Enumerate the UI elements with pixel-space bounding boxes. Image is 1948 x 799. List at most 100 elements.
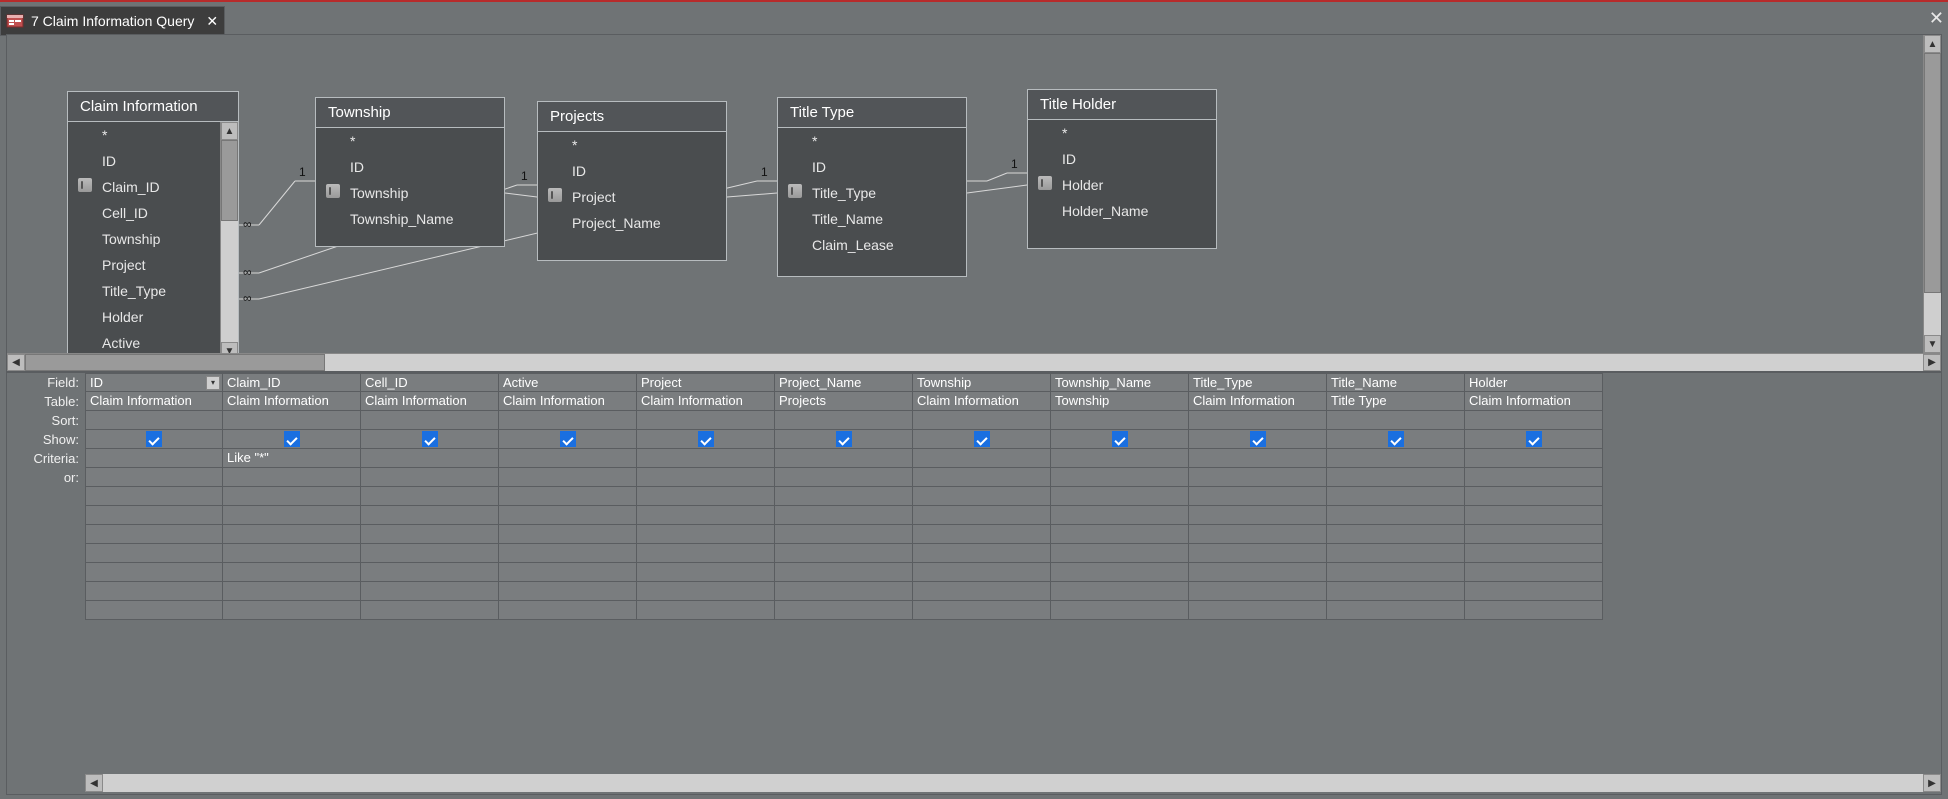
show-checkbox[interactable] [284,431,300,447]
field-row[interactable]: * [68,122,220,148]
field-row[interactable]: Township [68,226,220,252]
qbe-cell[interactable] [1465,506,1603,525]
qbe-cell[interactable] [1189,487,1327,506]
close-document-icon[interactable]: ✕ [1929,8,1944,29]
table-box[interactable]: Projects*IDProjectProject_Name [537,101,727,261]
qbe-cell[interactable] [223,582,361,601]
hscroll-thumb[interactable] [25,354,325,371]
qbe-cell[interactable] [1465,449,1603,468]
qbe-cell[interactable] [499,468,637,487]
qbe-cell[interactable]: Claim Information [499,392,637,411]
field-row[interactable]: Title_Type [778,180,966,206]
qbe-cell[interactable] [913,430,1051,449]
qbe-cell[interactable] [1051,506,1189,525]
qbe-cell[interactable] [637,544,775,563]
qbe-cell[interactable] [775,468,913,487]
qbe-cell[interactable] [361,525,499,544]
qbe-cell[interactable] [85,506,223,525]
qbe-cell[interactable] [1327,601,1465,620]
qbe-cell[interactable] [361,487,499,506]
qbe-cell[interactable] [637,449,775,468]
qbe-cell[interactable]: ID▾ [85,373,223,392]
qbe-cell[interactable] [223,468,361,487]
qbe-cell[interactable] [223,411,361,430]
qbe-cell[interactable] [1189,563,1327,582]
qbe-cell[interactable] [913,411,1051,430]
scroll-left-icon[interactable]: ◀ [7,354,25,371]
query-tab[interactable]: 7 Claim Information Query ✕ [0,6,225,36]
qbe-cell[interactable]: Claim Information [85,392,223,411]
qbe-cell[interactable] [913,525,1051,544]
qbe-cell[interactable] [499,430,637,449]
qbe-cell[interactable] [361,582,499,601]
qbe-cell[interactable] [223,506,361,525]
qbe-cell[interactable] [499,411,637,430]
field-row[interactable]: ID [538,158,726,184]
field-row[interactable]: Title_Type [68,278,220,304]
qbe-cell[interactable] [361,544,499,563]
scroll-right-icon[interactable]: ▶ [1923,774,1941,792]
qbe-cell[interactable] [85,601,223,620]
qbe-cell[interactable] [223,487,361,506]
qbe-cell[interactable] [1051,449,1189,468]
qbe-cell[interactable] [223,544,361,563]
qbe-cell[interactable] [85,449,223,468]
qbe-cell[interactable]: Township [1051,392,1189,411]
qbe-cell[interactable] [775,449,913,468]
qbe-cell[interactable] [775,411,913,430]
qbe-cell[interactable]: Claim Information [913,392,1051,411]
qbe-cell[interactable] [775,430,913,449]
qbe-cell[interactable] [85,563,223,582]
qbe-cell[interactable] [1465,525,1603,544]
show-checkbox[interactable] [1526,431,1542,447]
qbe-cell[interactable] [1189,525,1327,544]
show-checkbox[interactable] [146,431,162,447]
qbe-cell[interactable] [1327,430,1465,449]
scroll-down-icon[interactable]: ▼ [1924,335,1941,353]
show-checkbox[interactable] [1112,431,1128,447]
qbe-cell[interactable] [637,430,775,449]
qbe-cell[interactable] [1051,430,1189,449]
qbe-cell[interactable]: Claim_ID [223,373,361,392]
qbe-cell[interactable] [361,449,499,468]
qbe-cell[interactable] [1189,411,1327,430]
relationship-pane[interactable]: Claim Information*IDClaim_IDCell_IDTowns… [6,34,1942,372]
qbe-cell[interactable] [1189,544,1327,563]
qbe-cell[interactable]: Active [499,373,637,392]
qbe-cell[interactable] [1327,468,1465,487]
qbe-cell[interactable] [499,563,637,582]
qbe-cell[interactable]: Project [637,373,775,392]
qbe-cell[interactable] [1051,411,1189,430]
qbe-cell[interactable] [361,506,499,525]
qbe-cell[interactable] [85,582,223,601]
relpane-vscroll[interactable]: ▲ ▼ [1923,35,1941,353]
show-checkbox[interactable] [836,431,852,447]
qbe-cell[interactable]: Claim Information [223,392,361,411]
qbe-cell[interactable] [1051,468,1189,487]
qbe-cell[interactable] [1327,544,1465,563]
field-row[interactable]: ID [316,154,504,180]
show-checkbox[interactable] [1388,431,1404,447]
qbe-hscroll[interactable]: ◀ ▶ [85,774,1941,792]
qbe-cell[interactable]: Title_Name [1327,373,1465,392]
qbe-cell[interactable] [1051,487,1189,506]
qbe-cell[interactable] [85,487,223,506]
qbe-cell[interactable] [1465,582,1603,601]
field-row[interactable]: Township [316,180,504,206]
qbe-cell[interactable] [1327,582,1465,601]
qbe-cell[interactable] [361,468,499,487]
qbe-cell[interactable]: Claim Information [1465,392,1603,411]
qbe-cell[interactable] [1327,449,1465,468]
qbe-cell[interactable] [223,563,361,582]
field-row[interactable]: Claim_ID [68,174,220,200]
qbe-cell[interactable] [637,525,775,544]
qbe-cell[interactable] [913,506,1051,525]
table-box[interactable]: Title Holder*IDHolderHolder_Name [1027,89,1217,249]
qbe-cell[interactable]: Holder [1465,373,1603,392]
qbe-cell[interactable] [1189,430,1327,449]
table-box[interactable]: Title Type*IDTitle_TypeTitle_NameClaim_L… [777,97,967,277]
table-box[interactable]: Claim Information*IDClaim_IDCell_IDTowns… [67,91,239,361]
qbe-cell[interactable]: Cell_ID [361,373,499,392]
qbe-cell[interactable] [85,525,223,544]
qbe-cell[interactable] [1465,601,1603,620]
